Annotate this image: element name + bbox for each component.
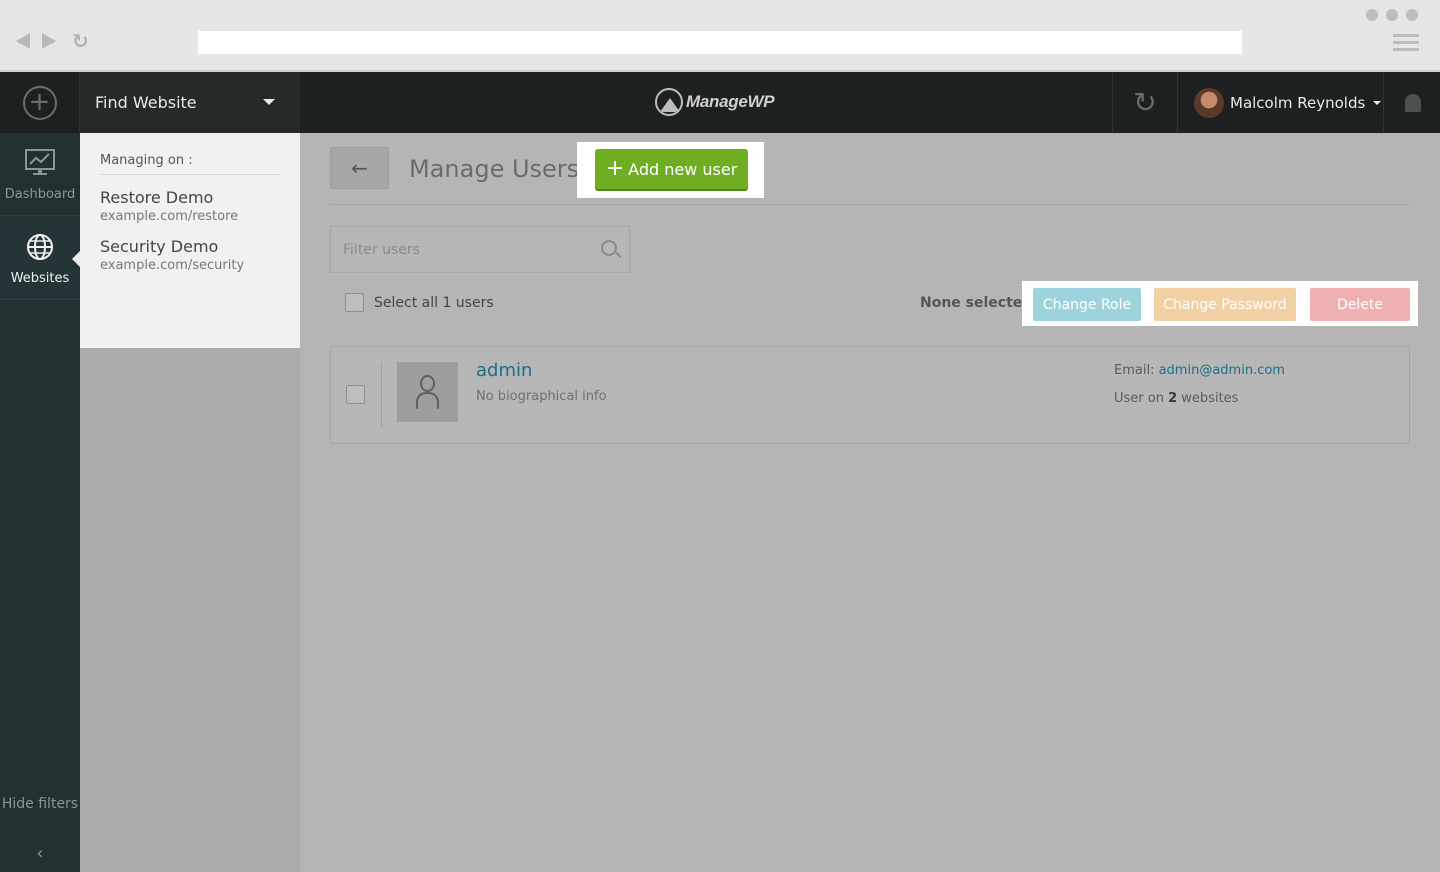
chevron-down-icon bbox=[1373, 100, 1382, 105]
site-item[interactable]: Security Demo example.com/security bbox=[100, 236, 280, 275]
sync-button[interactable]: ↻ bbox=[1112, 72, 1178, 133]
divider bbox=[381, 362, 382, 427]
arrow-left-icon: ← bbox=[351, 156, 368, 180]
hide-filters-button[interactable]: Hide filters bbox=[0, 795, 80, 814]
managing-label: Managing on : bbox=[100, 153, 280, 175]
globe-icon bbox=[27, 234, 53, 260]
managewp-logo: ManageWP bbox=[655, 88, 775, 116]
nav-label-websites: Websites bbox=[10, 271, 70, 286]
user-avatar-icon bbox=[397, 362, 458, 422]
user-checkbox[interactable] bbox=[346, 385, 365, 404]
user-row: admin No biographical info Email: admin@… bbox=[330, 346, 1410, 444]
plus-circle-icon: + bbox=[22, 85, 57, 120]
chevron-left-icon[interactable]: ‹ bbox=[0, 843, 80, 864]
window-dots bbox=[1366, 9, 1418, 21]
back-button[interactable]: ← bbox=[330, 147, 389, 189]
user-name: Malcolm Reynolds bbox=[1230, 93, 1366, 112]
user-on-suffix: websites bbox=[1181, 391, 1239, 406]
avatar bbox=[1194, 87, 1224, 118]
add-new-user-label: Add new user bbox=[628, 159, 738, 179]
select-all-checkbox[interactable] bbox=[345, 293, 364, 312]
managing-box: Managing on : Restore Demo example.com/r… bbox=[80, 133, 300, 348]
address-bar[interactable] bbox=[198, 31, 1242, 54]
selection-status: None selected bbox=[920, 295, 1033, 311]
logo-text: ManageWP bbox=[686, 92, 775, 111]
sites-count: 2 bbox=[1168, 391, 1178, 406]
nav-item-dashboard[interactable]: Dashboard bbox=[0, 133, 80, 216]
delete-button[interactable]: Delete bbox=[1310, 288, 1410, 321]
email-label: Email: bbox=[1114, 363, 1155, 378]
find-website-label: Find Website bbox=[95, 93, 197, 112]
top-bar: + Find Website ManageWP ↻ Malcolm Reynol… bbox=[0, 72, 1440, 133]
add-website-button[interactable]: + bbox=[0, 72, 80, 133]
left-nav: Dashboard Websites Hide filters ‹ bbox=[0, 133, 80, 872]
sync-icon: ↻ bbox=[1133, 86, 1157, 119]
site-filter-panel: Managing on : Restore Demo example.com/r… bbox=[80, 133, 300, 872]
user-name-link[interactable]: admin bbox=[476, 360, 532, 381]
change-password-button[interactable]: Change Password bbox=[1154, 288, 1296, 321]
select-all-label: Select all 1 users bbox=[374, 294, 494, 311]
user-on-prefix: User on bbox=[1114, 391, 1164, 406]
site-url: example.com/security bbox=[100, 258, 245, 273]
page-title: Manage Users bbox=[409, 155, 580, 183]
user-menu[interactable]: Malcolm Reynolds bbox=[1178, 72, 1384, 133]
active-pointer bbox=[72, 251, 80, 267]
main-content: ← Manage Users + Add new user Filter use… bbox=[300, 133, 1440, 872]
dashboard-icon bbox=[25, 149, 55, 175]
chevron-down-icon bbox=[263, 99, 275, 105]
filter-users-input[interactable]: Filter users bbox=[330, 226, 630, 273]
reload-icon[interactable]: ↻ bbox=[72, 31, 89, 51]
notifications-button[interactable] bbox=[1385, 72, 1440, 133]
back-arrow-icon[interactable] bbox=[16, 33, 30, 49]
email-link[interactable]: admin@admin.com bbox=[1159, 363, 1285, 378]
managewp-logo-icon bbox=[655, 88, 683, 116]
select-all[interactable]: Select all 1 users bbox=[345, 293, 494, 312]
forward-arrow-icon[interactable] bbox=[42, 33, 56, 49]
plus-icon: + bbox=[605, 156, 625, 181]
search-icon bbox=[601, 240, 617, 256]
nav-label-dashboard: Dashboard bbox=[4, 187, 76, 202]
site-item[interactable]: Restore Demo example.com/restore bbox=[100, 187, 280, 226]
browser-chrome: ↻ bbox=[0, 0, 1440, 72]
user-sites-count: User on 2 websites bbox=[1114, 391, 1238, 406]
site-name: Security Demo bbox=[100, 237, 219, 256]
filter-users-placeholder: Filter users bbox=[343, 241, 420, 258]
nav-item-websites[interactable]: Websites bbox=[0, 217, 80, 300]
browser-nav: ↻ bbox=[16, 31, 89, 51]
user-bio: No biographical info bbox=[476, 389, 607, 404]
bell-icon bbox=[1404, 93, 1421, 112]
find-website-dropdown[interactable]: Find Website bbox=[80, 72, 300, 133]
add-new-user-button[interactable]: + Add new user bbox=[595, 149, 748, 189]
site-name: Restore Demo bbox=[100, 188, 214, 207]
user-email: Email: admin@admin.com bbox=[1114, 363, 1285, 378]
browser-menu-icon[interactable] bbox=[1393, 34, 1419, 55]
divider bbox=[330, 204, 1410, 205]
site-url: example.com/restore bbox=[100, 209, 239, 224]
change-role-button[interactable]: Change Role bbox=[1033, 288, 1141, 321]
